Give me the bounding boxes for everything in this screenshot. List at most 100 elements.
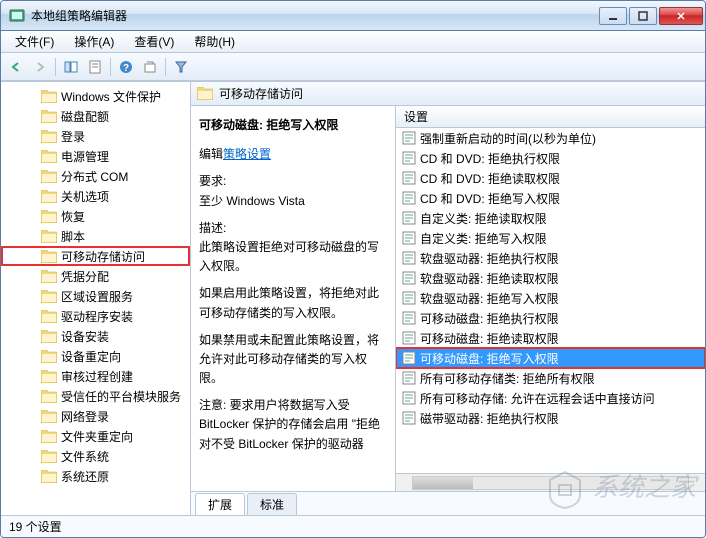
list-item[interactable]: 软盘驱动器: 拒绝读取权限: [396, 268, 705, 288]
list-item[interactable]: CD 和 DVD: 拒绝读取权限: [396, 168, 705, 188]
tree-item[interactable]: 受信任的平台模块服务: [1, 386, 190, 406]
policy-icon: [402, 271, 416, 285]
list-item[interactable]: 可移动磁盘: 拒绝执行权限: [396, 308, 705, 328]
list-item[interactable]: 自定义类: 拒绝写入权限: [396, 228, 705, 248]
list-item-label: CD 和 DVD: 拒绝写入权限: [420, 190, 560, 207]
list-item[interactable]: 所有可移动存储: 允许在远程会话中直接访问: [396, 388, 705, 408]
folder-icon: [41, 210, 57, 223]
tree-item[interactable]: 电源管理: [1, 146, 190, 166]
detail-pane[interactable]: 可移动磁盘: 拒绝写入权限 编辑策略设置 要求: 至少 Windows Vist…: [191, 106, 396, 491]
list-pane: 设置 强制重新启动的时间(以秒为单位)CD 和 DVD: 拒绝执行权限CD 和 …: [396, 106, 705, 491]
requirement-label: 要求:: [199, 172, 387, 191]
tree-item-label: 设备重定向: [61, 348, 121, 365]
properties-button[interactable]: [84, 56, 106, 78]
list-item-label: CD 和 DVD: 拒绝执行权限: [420, 150, 560, 167]
list-item[interactable]: 磁带驱动器: 拒绝执行权限: [396, 408, 705, 428]
list-item-label: 磁带驱动器: 拒绝执行权限: [420, 410, 559, 427]
menu-help[interactable]: 帮助(H): [184, 31, 245, 52]
tree-item[interactable]: 磁盘配额: [1, 106, 190, 126]
export-button[interactable]: [139, 56, 161, 78]
tree-item[interactable]: 系统还原: [1, 466, 190, 486]
list-item[interactable]: CD 和 DVD: 拒绝执行权限: [396, 148, 705, 168]
tree-item[interactable]: 分布式 COM: [1, 166, 190, 186]
tree-item[interactable]: 关机选项: [1, 186, 190, 206]
tree-pane[interactable]: Windows 文件保护磁盘配额登录电源管理分布式 COM关机选项恢复脚本可移动…: [1, 82, 191, 515]
list-item[interactable]: 可移动磁盘: 拒绝写入权限: [396, 348, 705, 368]
folder-icon: [41, 330, 57, 343]
view-tabs: 扩展 标准: [191, 491, 705, 515]
horizontal-scrollbar[interactable]: [396, 473, 705, 491]
menubar: 文件(F) 操作(A) 查看(V) 帮助(H): [1, 31, 705, 53]
tab-extended[interactable]: 扩展: [195, 493, 245, 515]
tree-item[interactable]: 设备重定向: [1, 346, 190, 366]
toolbar: ?: [1, 53, 705, 81]
tree-item-label: Windows 文件保护: [61, 88, 161, 105]
list-body[interactable]: 强制重新启动的时间(以秒为单位)CD 和 DVD: 拒绝执行权限CD 和 DVD…: [396, 128, 705, 473]
policy-icon: [402, 311, 416, 325]
tree-item[interactable]: 凭据分配: [1, 266, 190, 286]
tree-item[interactable]: 脚本: [1, 226, 190, 246]
tree-item[interactable]: Windows 文件保护: [1, 86, 190, 106]
list-item[interactable]: 自定义类: 拒绝读取权限: [396, 208, 705, 228]
list-item[interactable]: 软盘驱动器: 拒绝执行权限: [396, 248, 705, 268]
tree-item[interactable]: 恢复: [1, 206, 190, 226]
list-item[interactable]: 可移动磁盘: 拒绝读取权限: [396, 328, 705, 348]
tree-item-label: 区域设置服务: [61, 288, 133, 305]
help-button[interactable]: ?: [115, 56, 137, 78]
folder-icon: [197, 87, 213, 100]
policy-icon: [402, 211, 416, 225]
menu-action[interactable]: 操作(A): [64, 31, 124, 52]
folder-icon: [41, 430, 57, 443]
tree-item[interactable]: 文件夹重定向: [1, 426, 190, 446]
edit-policy-link[interactable]: 策略设置: [223, 147, 271, 161]
list-item-label: 强制重新启动的时间(以秒为单位): [420, 130, 596, 147]
titlebar[interactable]: 本地组策略编辑器: [1, 1, 705, 31]
maximize-button[interactable]: [629, 7, 657, 25]
folder-icon: [41, 390, 57, 403]
forward-button[interactable]: [29, 56, 51, 78]
policy-icon: [402, 191, 416, 205]
description-text: 如果禁用或未配置此策略设置，将允许对此可移动存储类的写入权限。: [199, 331, 387, 389]
list-column-header[interactable]: 设置: [396, 106, 705, 128]
folder-icon: [41, 150, 57, 163]
tree-item[interactable]: 网络登录: [1, 406, 190, 426]
list-item[interactable]: 软盘驱动器: 拒绝写入权限: [396, 288, 705, 308]
tree-item[interactable]: 驱动程序安装: [1, 306, 190, 326]
tree-item-label: 电源管理: [61, 148, 109, 165]
menu-file[interactable]: 文件(F): [5, 31, 64, 52]
tree-item[interactable]: 登录: [1, 126, 190, 146]
policy-icon: [402, 331, 416, 345]
list-item[interactable]: 强制重新启动的时间(以秒为单位): [396, 128, 705, 148]
window-title: 本地组策略编辑器: [31, 7, 597, 24]
minimize-button[interactable]: [599, 7, 627, 25]
tree-item[interactable]: 审核过程创建: [1, 366, 190, 386]
close-button[interactable]: [659, 7, 703, 25]
description-text: 如果启用此策略设置，将拒绝对此可移动存储类的写入权限。: [199, 284, 387, 322]
list-item[interactable]: CD 和 DVD: 拒绝写入权限: [396, 188, 705, 208]
tree-item-label: 审核过程创建: [61, 368, 133, 385]
tree-item[interactable]: 设备安装: [1, 326, 190, 346]
policy-icon: [402, 131, 416, 145]
policy-icon: [402, 151, 416, 165]
tree-item[interactable]: 文件系统: [1, 446, 190, 466]
tree-item-label: 设备安装: [61, 328, 109, 345]
description-label: 描述:: [199, 219, 387, 238]
folder-icon: [41, 270, 57, 283]
show-hide-tree-button[interactable]: [60, 56, 82, 78]
tab-standard[interactable]: 标准: [247, 493, 297, 515]
folder-icon: [41, 90, 57, 103]
toolbar-separator: [165, 58, 166, 76]
tree-item[interactable]: 区域设置服务: [1, 286, 190, 306]
tree-item-label: 凭据分配: [61, 268, 109, 285]
list-item[interactable]: 所有可移动存储类: 拒绝所有权限: [396, 368, 705, 388]
menu-view[interactable]: 查看(V): [124, 31, 184, 52]
scroll-thumb[interactable]: [413, 477, 473, 489]
list-item-label: 自定义类: 拒绝写入权限: [420, 230, 547, 247]
folder-icon: [41, 230, 57, 243]
policy-icon: [402, 231, 416, 245]
back-button[interactable]: [5, 56, 27, 78]
folder-icon: [41, 450, 57, 463]
filter-button[interactable]: [170, 56, 192, 78]
tree-item[interactable]: 可移动存储访问: [1, 246, 190, 266]
list-item-label: 软盘驱动器: 拒绝读取权限: [420, 270, 559, 287]
